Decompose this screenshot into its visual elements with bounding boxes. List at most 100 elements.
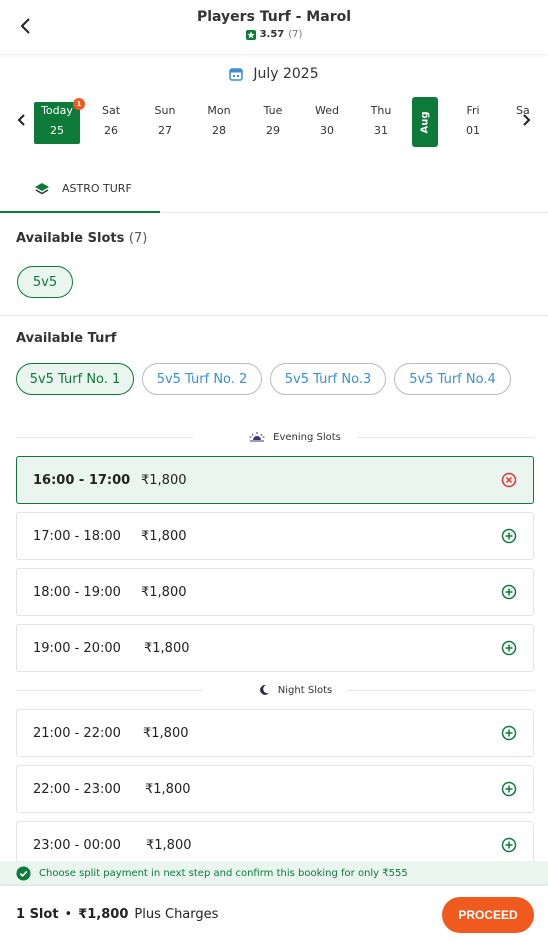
date-strip: Today 25 1 Sat 26 Sun 27 Mon 28 Tue 29 W… <box>0 96 548 148</box>
rating-value: 3.57 <box>259 29 285 40</box>
date-day-name: Tue <box>263 104 283 117</box>
page-title: Players Turf - Marol <box>196 9 352 25</box>
remove-slot-icon[interactable] <box>501 472 517 488</box>
slot-count: (7) <box>128 231 148 246</box>
slot-time: 21:00 - 22:00 <box>33 726 121 741</box>
date-day-name: Sat <box>101 104 121 117</box>
slot-card[interactable]: 21:00 - 22:00 ₹1,800 <box>16 709 534 757</box>
proceed-button[interactable]: PROCEED <box>442 897 534 933</box>
turf-chip-1[interactable]: 5v5 Turf No. 1 <box>16 363 134 395</box>
divider-line <box>356 436 534 438</box>
total-amount: ₹1,800 <box>78 907 129 922</box>
tab-astro-turf[interactable]: ASTRO TURF <box>0 166 160 213</box>
date-day-number: 30 <box>320 124 334 137</box>
date-day-number: 01 <box>466 124 480 137</box>
rating-row: 3.57 (7) <box>0 29 548 40</box>
date-day-name: Wed <box>315 104 339 117</box>
date-item[interactable]: Fri 01 <box>450 102 496 144</box>
next-date-button[interactable] <box>516 110 536 130</box>
turf-chip-3[interactable]: 5v5 Turf No.3 <box>270 363 386 395</box>
add-slot-icon[interactable] <box>501 584 517 600</box>
add-slot-icon[interactable] <box>501 725 517 741</box>
slot-time: 16:00 - 17:00 <box>33 473 131 488</box>
date-item[interactable]: Wed 30 <box>304 102 350 144</box>
date-day-name: Thu <box>370 104 392 117</box>
slot-card[interactable]: 18:00 - 19:00 ₹1,800 <box>16 568 534 616</box>
sunset-icon <box>249 432 265 442</box>
date-day-name: Sun <box>154 104 176 117</box>
slot-card[interactable]: 19:00 - 20:00 ₹1,800 <box>16 624 534 672</box>
date-item[interactable]: Tue 29 <box>250 102 296 144</box>
date-item[interactable]: Sat 26 <box>88 102 134 144</box>
month-marker-aug: Aug <box>412 97 438 147</box>
night-slots-label: Night Slots <box>202 684 348 696</box>
rating-count: (7) <box>288 29 303 40</box>
evening-slots-label: Evening Slots <box>193 432 357 443</box>
date-day-number: 26 <box>104 124 118 137</box>
slot-price: ₹1,800 <box>144 641 190 656</box>
format-chip-5v5[interactable]: 5v5 <box>17 266 73 298</box>
separator-dot: • <box>64 907 73 922</box>
month-selector[interactable]: July 2025 <box>0 66 548 82</box>
prev-date-button[interactable] <box>12 110 32 130</box>
slot-price: ₹1,800 <box>143 726 189 741</box>
slot-card[interactable]: 22:00 - 23:00 ₹1,800 <box>16 765 534 813</box>
split-payment-text: Choose split payment in next step and co… <box>39 868 408 879</box>
add-slot-icon[interactable] <box>501 528 517 544</box>
divider-line <box>16 436 194 438</box>
available-slots-heading: Available Slots (7) <box>16 231 147 246</box>
slot-price: ₹1,800 <box>141 585 187 600</box>
date-day-number: 25 <box>50 124 64 137</box>
divider-line <box>348 689 535 691</box>
slot-time: 19:00 - 20:00 <box>33 641 121 656</box>
month-marker-label: Aug <box>419 110 431 134</box>
chevron-left-icon <box>17 114 25 126</box>
slot-time: 23:00 - 00:00 <box>33 838 121 853</box>
turf-chip-4[interactable]: 5v5 Turf No.4 <box>394 363 511 395</box>
booking-summary: 1 Slot • ₹1,800 Plus Charges <box>16 907 218 922</box>
date-item[interactable]: Thu 31 <box>358 102 404 144</box>
moon-icon <box>259 684 269 695</box>
slot-card[interactable]: 17:00 - 18:00 ₹1,800 <box>16 512 534 560</box>
available-turf-heading: Available Turf <box>16 331 117 346</box>
section-divider <box>0 315 548 316</box>
chevron-right-icon <box>523 114 531 126</box>
section-title-text: Available Slots <box>16 231 125 246</box>
slot-price: ₹1,800 <box>145 782 191 797</box>
slot-time: 18:00 - 19:00 <box>33 585 121 600</box>
split-payment-banner: Choose split payment in next step and co… <box>0 861 548 886</box>
night-slots-text: Night Slots <box>277 684 333 696</box>
star-icon <box>245 29 256 40</box>
night-slots-header: Night Slots <box>16 683 535 697</box>
add-slot-icon[interactable] <box>501 781 517 797</box>
date-day-name: Fri <box>466 104 480 117</box>
divider-line <box>16 689 202 691</box>
slot-card[interactable]: 16:00 - 17:00 ₹1,800 <box>16 456 534 504</box>
date-item[interactable]: Mon 28 <box>196 102 242 144</box>
tab-label: ASTRO TURF <box>62 182 132 195</box>
date-item[interactable]: Sun 27 <box>142 102 188 144</box>
date-day-number: 28 <box>212 124 226 137</box>
sport-tabs: ASTRO TURF <box>0 166 548 213</box>
check-circle-icon <box>16 866 31 881</box>
add-slot-icon[interactable] <box>501 640 517 656</box>
slot-price: ₹1,800 <box>146 838 192 853</box>
date-day-number: 27 <box>158 124 172 137</box>
add-slot-icon[interactable] <box>501 837 517 853</box>
turf-chip-2[interactable]: 5v5 Turf No. 2 <box>142 363 262 395</box>
evening-slots-text: Evening Slots <box>273 431 341 443</box>
charges-note: Plus Charges <box>134 907 219 922</box>
evening-slots-header: Evening Slots <box>16 430 534 444</box>
date-day-number: 31 <box>374 124 388 137</box>
slot-price: ₹1,800 <box>141 529 187 544</box>
date-today[interactable]: Today 25 1 <box>34 98 85 144</box>
notification-badge: 1 <box>73 98 85 110</box>
calendar-icon <box>229 68 244 81</box>
slot-count-summary: 1 Slot <box>16 907 59 922</box>
booking-footer: 1 Slot • ₹1,800 Plus Charges PROCEED <box>0 886 548 943</box>
slot-price: ₹1,800 <box>141 473 187 488</box>
month-label: July 2025 <box>253 66 319 82</box>
slot-time: 17:00 - 18:00 <box>33 529 121 544</box>
slot-time: 22:00 - 23:00 <box>33 782 121 797</box>
date-day-number: 29 <box>266 124 280 137</box>
